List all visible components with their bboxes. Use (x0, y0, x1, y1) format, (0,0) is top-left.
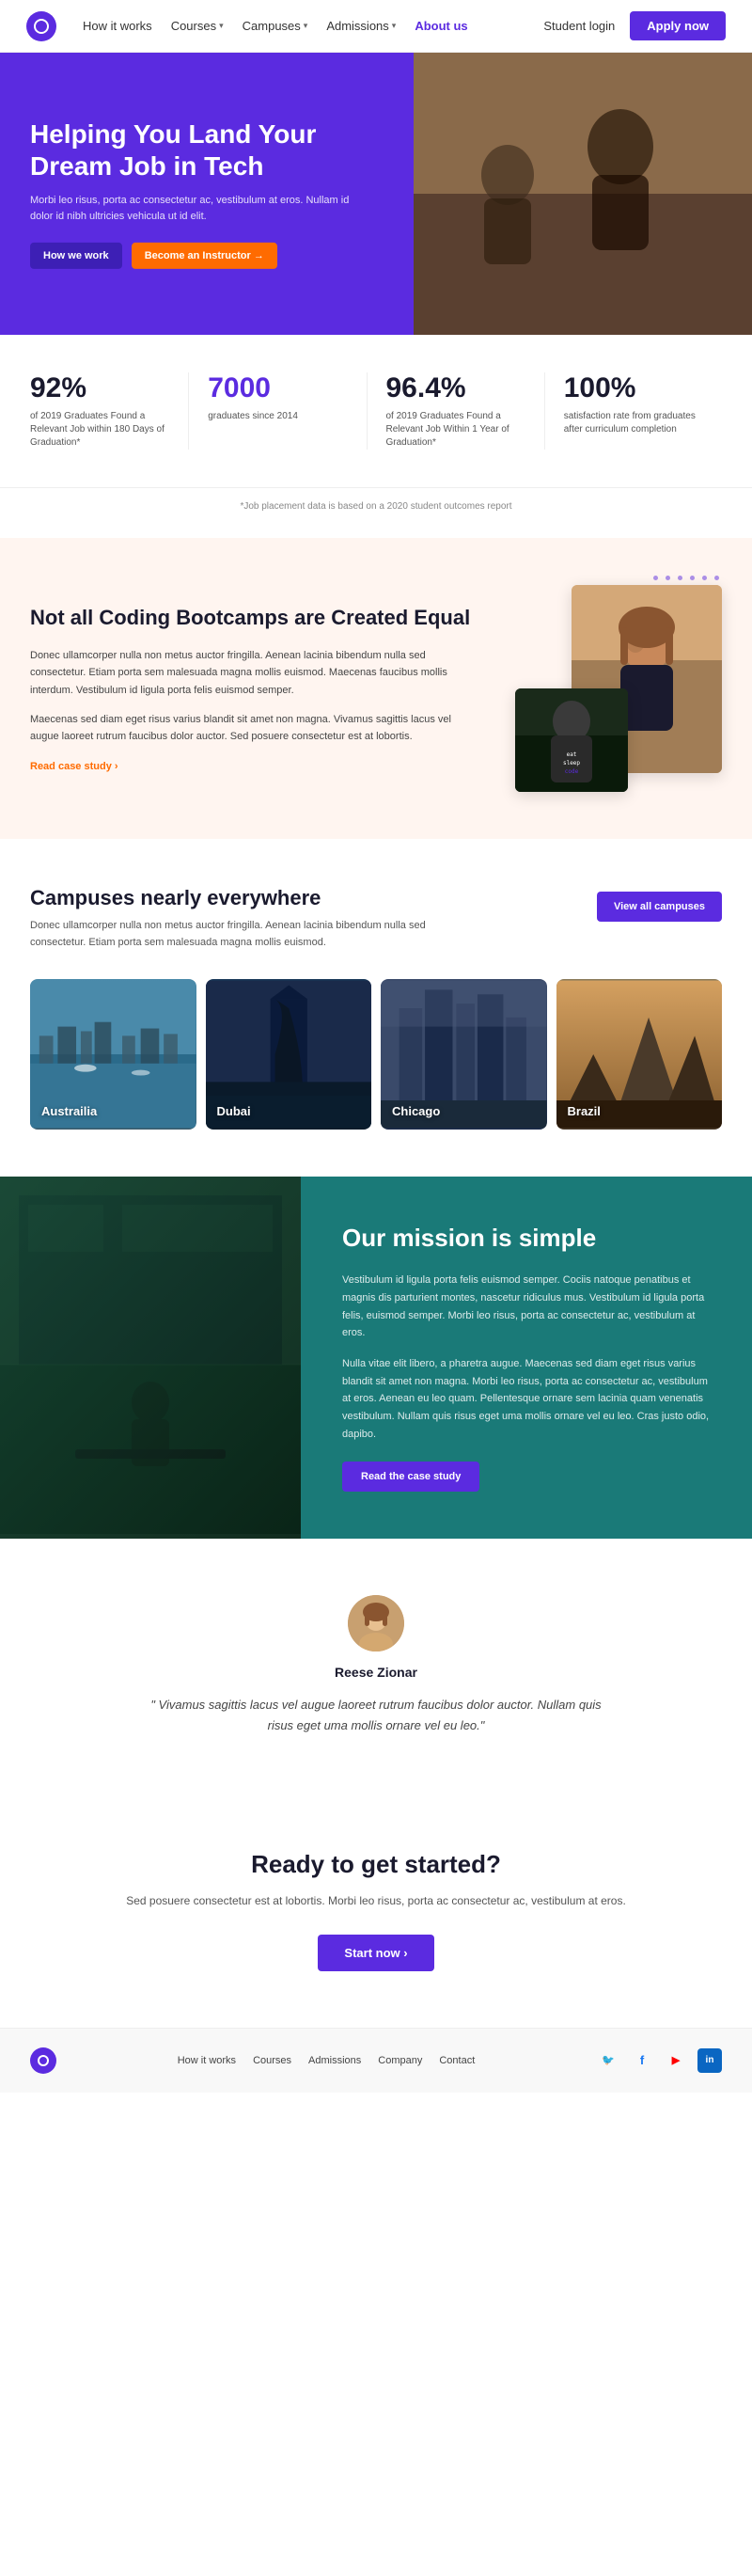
svg-text:eat: eat (567, 751, 577, 758)
testimonial-name: Reese Zionar (30, 1665, 722, 1680)
footer-link-contact[interactable]: Contact (439, 2055, 475, 2066)
nav-courses[interactable]: Courses ▾ (171, 19, 224, 33)
student-login-button[interactable]: Student login (543, 19, 615, 33)
stat-number: 92% (30, 372, 169, 404)
bootcamp-section: Not all Coding Bootcamps are Created Equ… (0, 538, 752, 839)
facebook-icon[interactable]: f (630, 2048, 654, 2073)
youtube-icon[interactable]: ▶ (664, 2048, 688, 2073)
cta-section: Ready to get started? Sed posuere consec… (0, 1794, 752, 2028)
footer-link-how[interactable]: How it works (178, 2055, 236, 2066)
mission-paragraph-2: Nulla vitae elit libero, a pharetra augu… (342, 1355, 711, 1443)
stat-item: 96.4% of 2019 Graduates Found a Relevant… (368, 372, 545, 450)
campus-card-dubai[interactable]: Dubai (206, 979, 372, 1130)
chevron-down-icon: ▾ (304, 21, 308, 31)
how-we-work-button[interactable]: How we work (30, 243, 122, 269)
mission-image-overlay (0, 1177, 301, 1539)
mission-paragraph-1: Vestibulum id ligula porta felis euismod… (342, 1272, 711, 1342)
chevron-down-icon: ▾ (219, 21, 224, 31)
testimonial-quote: " Vivamus sagittis lacus vel augue laore… (141, 1695, 611, 1736)
nav-about-us[interactable]: About us (415, 19, 467, 33)
become-instructor-button[interactable]: Become an Instructor → (132, 243, 277, 269)
bootcamp-paragraph-1: Donec ullamcorper nulla non metus auctor… (30, 647, 478, 700)
mission-content: Our mission is simple Vestibulum id ligu… (301, 1177, 752, 1539)
campuses-title: Campuses nearly everywhere (30, 886, 597, 910)
stat-description: of 2019 Graduates Found a Relevant Job W… (386, 410, 525, 450)
campus-grid: Austrailia Dubai (30, 979, 722, 1130)
footer-logo[interactable] (30, 2047, 56, 2074)
nav-links: How it works Courses ▾ Campuses ▾ Admiss… (83, 19, 543, 33)
campuses-header-text: Campuses nearly everywhere Donec ullamco… (30, 886, 597, 951)
footer-link-courses[interactable]: Courses (253, 2055, 291, 2066)
stat-item: 7000 graduates since 2014 (189, 372, 367, 450)
stat-description: graduates since 2014 (208, 410, 347, 423)
twitter-icon[interactable]: 🐦 (596, 2048, 620, 2073)
mission-title: Our mission is simple (342, 1224, 711, 1253)
campuses-section: Campuses nearly everywhere Donec ullamco… (0, 839, 752, 1177)
hero-buttons: How we work Become an Instructor → (30, 243, 350, 269)
hero-title: Helping You Land Your Dream Job in Tech (30, 119, 350, 182)
campus-card-brazil[interactable]: Brazil (556, 979, 723, 1130)
read-case-study-button[interactable]: Read the case study (342, 1462, 479, 1492)
mission-image (0, 1177, 301, 1539)
bootcamp-images: for(let i=0;i<30;i++) document.write('<d… (515, 585, 722, 792)
footer-logo-inner (38, 2055, 49, 2066)
stat-number: 7000 (208, 372, 347, 404)
nav-how-it-works[interactable]: How it works (83, 19, 152, 33)
bootcamp-text: Not all Coding Bootcamps are Created Equ… (30, 605, 478, 772)
bootcamp-title: Not all Coding Bootcamps are Created Equ… (30, 605, 478, 632)
stat-number: 100% (564, 372, 703, 404)
bootcamp-paragraph-2: Maecenas sed diam eget risus varius blan… (30, 711, 478, 746)
chevron-down-icon: ▾ (392, 21, 397, 31)
stats-note: *Job placement data is based on a 2020 s… (0, 488, 752, 538)
testimonial-section: Reese Zionar " Vivamus sagittis lacus ve… (0, 1539, 752, 1793)
stats-section: 92% of 2019 Graduates Found a Relevant J… (0, 335, 752, 538)
footer: How it works Courses Admissions Company … (0, 2028, 752, 2093)
campus-card-chicago[interactable]: Chicago (381, 979, 547, 1130)
mission-section: Our mission is simple Vestibulum id ligu… (0, 1177, 752, 1539)
testimonial-avatar (348, 1595, 404, 1651)
cta-description: Sed posuere consectetur est at lobortis.… (30, 1892, 722, 1910)
apply-now-button[interactable]: Apply now (630, 11, 726, 40)
campus-card-australia[interactable]: Austrailia (30, 979, 196, 1130)
stat-item: 92% of 2019 Graduates Found a Relevant J… (30, 372, 189, 450)
hero-content: Helping You Land Your Dream Job in Tech … (30, 119, 350, 269)
footer-social: 🐦 f ▶ in (596, 2048, 722, 2073)
footer-main: How it works Courses Admissions Company … (30, 2047, 722, 2074)
nav-admissions[interactable]: Admissions ▾ (326, 19, 396, 33)
svg-text:sleep: sleep (563, 760, 580, 766)
hero-subtitle: Morbi leo risus, porta ac consectetur ac… (30, 193, 350, 224)
linkedin-icon[interactable]: in (697, 2048, 722, 2073)
nav-campuses[interactable]: Campuses ▾ (243, 19, 308, 33)
footer-link-company[interactable]: Company (378, 2055, 422, 2066)
campus-name-chicago: Chicago (392, 1104, 440, 1118)
svg-text:code: code (565, 768, 579, 775)
view-all-campuses-button[interactable]: View all campuses (597, 892, 722, 922)
stat-description: of 2019 Graduates Found a Relevant Job w… (30, 410, 169, 450)
campuses-header: Campuses nearly everywhere Donec ullamco… (30, 886, 722, 951)
cta-title: Ready to get started? (30, 1850, 722, 1879)
campus-name-brazil: Brazil (568, 1104, 601, 1118)
stat-item: 100% satisfaction rate from graduates af… (545, 372, 722, 450)
hero-section: Helping You Land Your Dream Job in Tech … (0, 53, 752, 335)
campuses-description: Donec ullamcorper nulla non metus auctor… (30, 918, 453, 951)
footer-links: How it works Courses Admissions Company … (178, 2055, 476, 2066)
footer-link-admissions[interactable]: Admissions (308, 2055, 361, 2066)
logo[interactable] (26, 11, 56, 41)
nav-right: Student login Apply now (543, 11, 726, 40)
bootcamp-image-small: eat sleep code (515, 688, 628, 792)
read-case-study-link[interactable]: Read case study › (30, 761, 478, 772)
campus-name-dubai: Dubai (217, 1104, 251, 1118)
stat-number: 96.4% (386, 372, 525, 404)
stats-grid: 92% of 2019 Graduates Found a Relevant J… (0, 335, 752, 488)
navigation: How it works Courses ▾ Campuses ▾ Admiss… (0, 0, 752, 53)
stat-description: satisfaction rate from graduates after c… (564, 410, 703, 436)
campus-name-australia: Austrailia (41, 1104, 97, 1118)
start-now-button[interactable]: Start now › (318, 1935, 433, 1971)
